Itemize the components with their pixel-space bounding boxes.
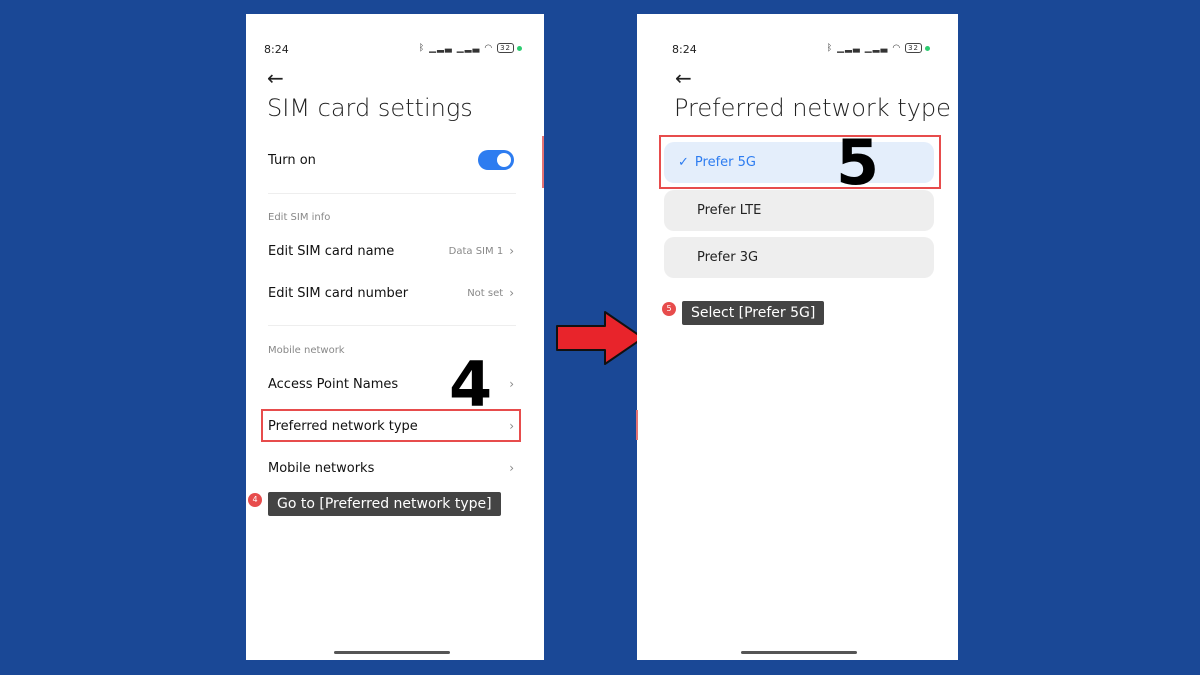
step-number-5: 5 [836,126,880,199]
home-indicator[interactable] [741,651,857,654]
highlight-box-prefer-5g [659,135,941,189]
status-icons: ᛒ ▁▂▃ ▁▂▃ ◠ 32 [419,43,522,54]
home-indicator[interactable] [334,651,450,654]
back-arrow-icon[interactable]: ← [675,68,692,88]
tip-select-prefer-5g: Select [Prefer 5G] [682,301,825,325]
divider [268,325,516,326]
divider [268,193,516,194]
wifi-icon: ◠ [484,43,494,54]
status-icons: ᛒ ▁▂▃ ▁▂▃ ◠ 32 [827,43,930,54]
chevron-right-icon: › [509,461,514,475]
turn-on-label: Turn on [268,152,316,168]
status-dot-icon [925,45,930,51]
battery-icon: 32 [905,43,922,53]
chevron-right-icon: › [509,377,514,391]
status-time: 8:24 [264,43,289,56]
signal-icon-2: ▁▂▃ [456,43,481,54]
tip-go-to-preferred-network-type: Go to [Preferred network type] [268,492,501,516]
edit-sim-name-value: Data SIM 1 [448,245,504,257]
battery-icon: 32 [497,43,514,53]
edit-sim-number-label: Edit SIM card number [268,285,409,301]
mobile-networks-label: Mobile networks [268,460,375,476]
edge-mark [542,136,544,188]
edit-sim-name-row[interactable]: Edit SIM card name Data SIM 1 › [268,236,514,266]
turn-on-row[interactable]: Turn on [268,145,514,175]
option-prefer-3g[interactable]: Prefer 3G [664,237,934,278]
chevron-right-icon: › [509,244,514,258]
phone-screen-sim-settings: 8:24 ᛒ ▁▂▃ ▁▂▃ ◠ 32 ← SIM card settings … [246,14,544,660]
bluetooth-icon: ᛒ [418,43,426,54]
bluetooth-icon: ᛒ [826,43,834,54]
signal-icon-2: ▁▂▃ [864,43,889,54]
status-time: 8:24 [672,43,697,56]
back-arrow-icon[interactable]: ← [267,68,284,88]
option-label: Prefer 3G [697,250,759,265]
edit-sim-name-label: Edit SIM card name [268,243,395,259]
signal-icon: ▁▂▃ [429,43,453,54]
edge-mark [636,410,638,440]
turn-on-toggle[interactable] [478,150,514,170]
chevron-right-icon: › [509,286,514,300]
edit-sim-number-row[interactable]: Edit SIM card number Not set › [268,278,514,308]
tip-badge: 5 [662,302,676,316]
section-label-edit-sim-info: Edit SIM info [268,212,331,223]
status-dot-icon [517,45,522,51]
step-number-4: 4 [449,348,493,421]
right-arrow-icon [556,311,644,365]
tip-badge: 4 [248,493,262,507]
phone-screen-preferred-network-type: 8:24 ᛒ ▁▂▃ ▁▂▃ ◠ 32 ← Preferred network … [637,14,958,660]
page-title: SIM card settings [267,94,473,122]
option-prefer-lte[interactable]: Prefer LTE [664,190,934,231]
wifi-icon: ◠ [892,43,902,54]
section-label-mobile-network: Mobile network [268,345,345,356]
signal-icon: ▁▂▃ [837,43,861,54]
edit-sim-number-value: Not set [467,287,504,299]
option-label: Prefer LTE [697,203,762,218]
mobile-networks-row[interactable]: Mobile networks › [268,453,514,483]
page-title: Preferred network type [674,94,951,122]
